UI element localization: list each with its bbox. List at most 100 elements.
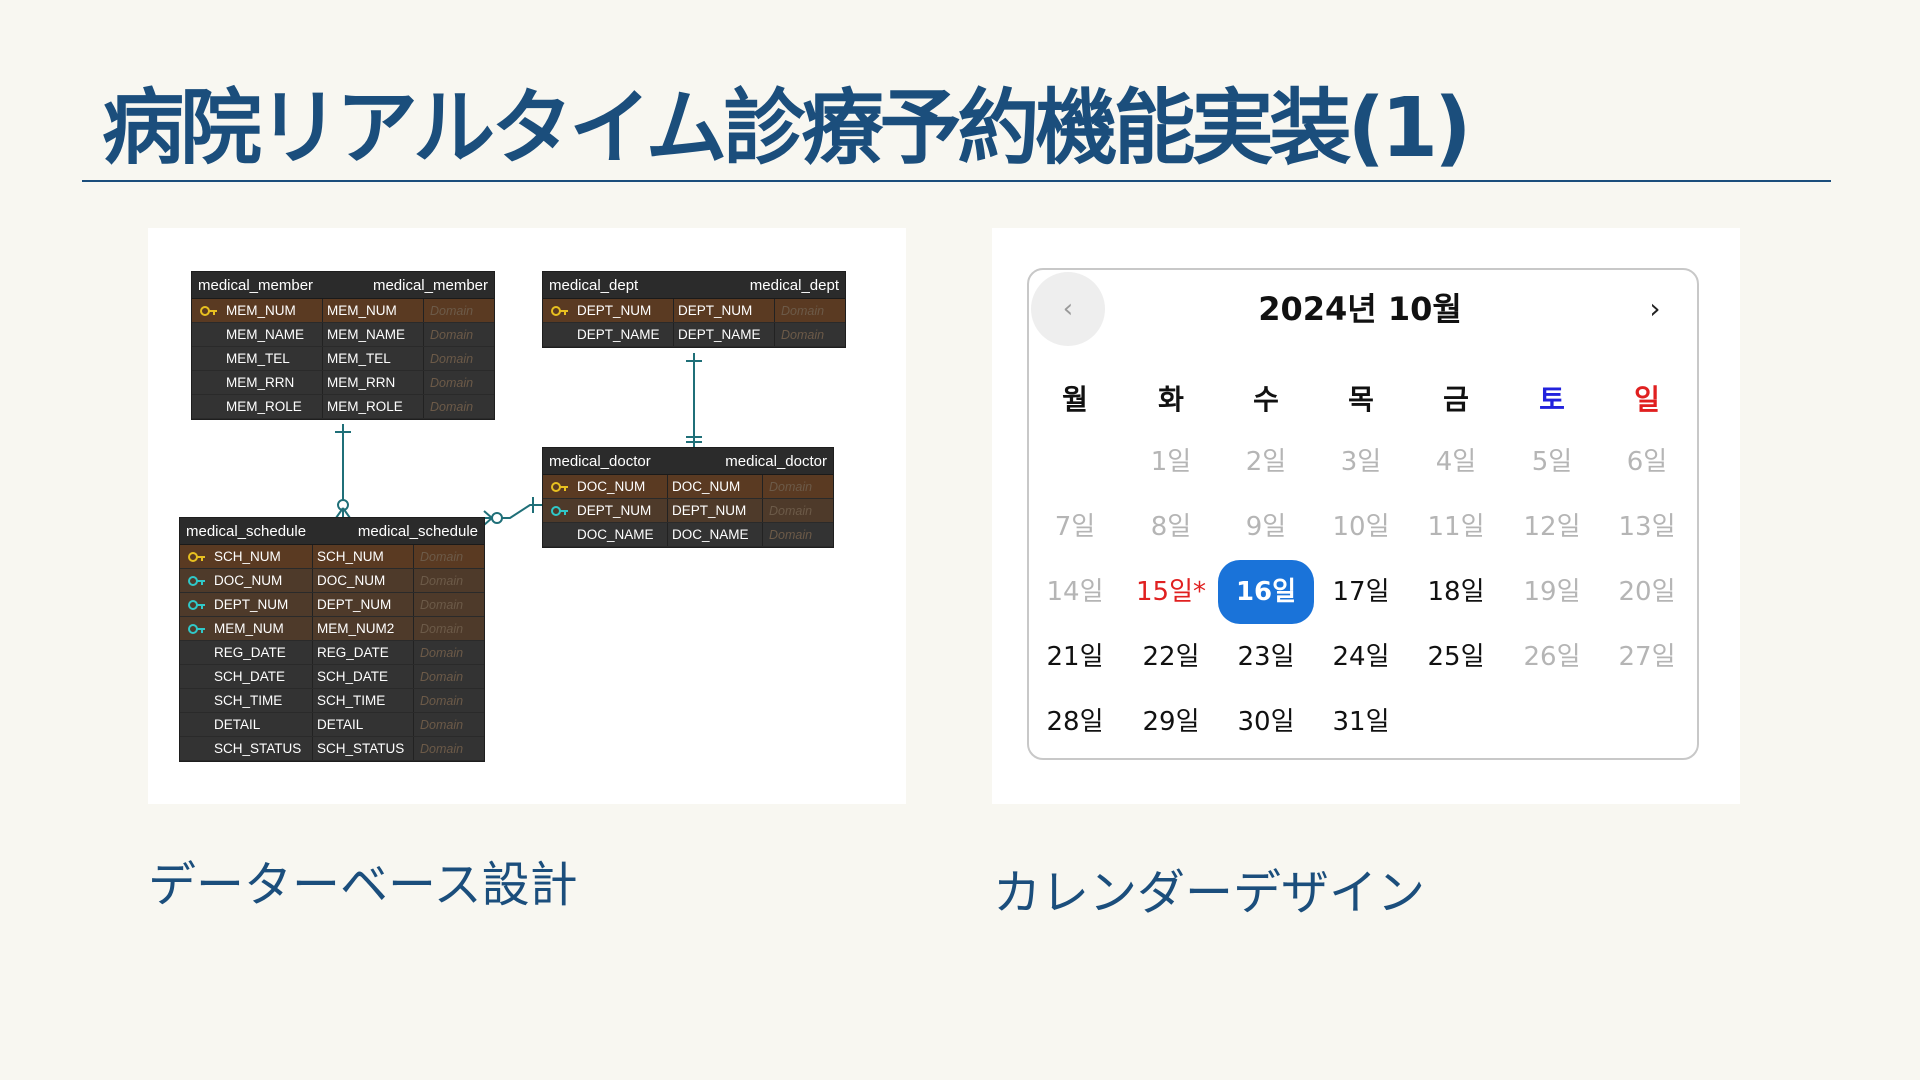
erd-row[interactable]: SCH_NUM SCH_NUM Domain xyxy=(180,545,484,569)
erd-table-header: medical_member medical_member xyxy=(192,272,494,299)
erd-physical-column: MEM_TEL xyxy=(323,347,424,370)
erd-table-medical-member[interactable]: medical_member medical_member MEM_NUM ME… xyxy=(191,271,495,420)
foreign-key-icon xyxy=(180,623,214,635)
erd-logical-column: DETAIL xyxy=(214,713,313,736)
erd-row[interactable]: MEM_NUM MEM_NUM2 Domain xyxy=(180,617,484,641)
calendar-day[interactable]: 29일 xyxy=(1123,690,1219,754)
erd-physical-column: SCH_NUM xyxy=(313,545,414,568)
erd-row[interactable]: DEPT_NUM DEPT_NUM Domain xyxy=(543,499,833,523)
erd-row[interactable]: DETAIL DETAIL Domain xyxy=(180,713,484,737)
erd-domain: Domain xyxy=(420,597,464,612)
calendar-day: 14일 xyxy=(1046,577,1104,607)
calendar-day: 19일 xyxy=(1523,577,1581,607)
calendar-day: 6일 xyxy=(1626,447,1668,477)
next-month-button[interactable]: › xyxy=(1635,288,1675,328)
erd-logical-column: DOC_NUM xyxy=(214,569,313,592)
erd-row[interactable]: DOC_NAME DOC_NAME Domain xyxy=(543,523,833,547)
erd-logical-column: MEM_NUM xyxy=(226,299,323,322)
erd-row[interactable]: MEM_ROLE MEM_ROLE Domain xyxy=(192,395,494,419)
calendar-day: 2일 xyxy=(1245,447,1287,477)
erd-row[interactable]: SCH_TIME SCH_TIME Domain xyxy=(180,689,484,713)
erd-domain: Domain xyxy=(769,527,813,542)
erd-logical-column: DOC_NUM xyxy=(577,475,668,498)
erd-domain: Domain xyxy=(430,351,474,366)
erd-logical-column: DOC_NAME xyxy=(577,523,668,546)
erd-domain: Domain xyxy=(430,327,474,342)
erd-row[interactable]: SCH_STATUS SCH_STATUS Domain xyxy=(180,737,484,761)
erd-domain: Domain xyxy=(420,645,464,660)
calendar-day: 1일 xyxy=(1150,447,1192,477)
calendar-day: 26일 xyxy=(1523,642,1581,672)
calendar-day: 27일 xyxy=(1618,642,1676,672)
calendar-day[interactable]: 17일 xyxy=(1313,560,1409,624)
calendar-day[interactable]: 15일* xyxy=(1123,560,1219,624)
erd-logical-column: MEM_TEL xyxy=(226,347,323,370)
erd-table-medical-schedule[interactable]: medical_schedule medical_schedule SCH_NU… xyxy=(179,517,485,762)
calendar-day[interactable]: 22일 xyxy=(1123,625,1219,689)
erd-row[interactable]: REG_DATE REG_DATE Domain xyxy=(180,641,484,665)
erd-domain: Domain xyxy=(420,573,464,588)
erd-physical-column: MEM_NAME xyxy=(323,323,424,346)
calendar-day: 3일 xyxy=(1340,447,1382,477)
erd-row[interactable]: DEPT_NUM DEPT_NUM Domain xyxy=(180,593,484,617)
erd-row[interactable]: DOC_NUM DOC_NUM Domain xyxy=(543,475,833,499)
erd-physical-column: DEPT_NUM xyxy=(674,299,775,322)
weekday-header: 화 xyxy=(1158,383,1184,416)
erd-table-medical-doctor[interactable]: medical_doctor medical_doctor DOC_NUM DO… xyxy=(542,447,834,548)
calendar-day[interactable]: 21일 xyxy=(1027,625,1123,689)
erd-row[interactable]: SCH_DATE SCH_DATE Domain xyxy=(180,665,484,689)
erd-domain: Domain xyxy=(430,375,474,390)
erd-domain: Domain xyxy=(420,621,464,636)
calendar-day-selected[interactable]: 16일 xyxy=(1218,560,1314,624)
erd-row[interactable]: MEM_NAME MEM_NAME Domain xyxy=(192,323,494,347)
erd-row[interactable]: MEM_NUM MEM_NUM Domain xyxy=(192,299,494,323)
erd-table-name: medical_doctor xyxy=(549,452,651,470)
erd-logical-column: SCH_NUM xyxy=(214,545,313,568)
erd-physical-column: REG_DATE xyxy=(313,641,414,664)
erd-domain: Domain xyxy=(420,717,464,732)
erd-physical-column: SCH_TIME xyxy=(313,689,414,712)
erd-row[interactable]: DEPT_NUM DEPT_NUM Domain xyxy=(543,299,845,323)
calendar-day[interactable]: 18일 xyxy=(1408,560,1504,624)
erd-row[interactable]: DEPT_NAME DEPT_NAME Domain xyxy=(543,323,845,347)
calendar-day: 13일 xyxy=(1618,512,1676,542)
erd-domain: Domain xyxy=(430,303,474,318)
erd-table-medical-dept[interactable]: medical_dept medical_dept DEPT_NUM DEPT_… xyxy=(542,271,846,348)
weekday-header: 일 xyxy=(1634,383,1660,416)
calendar-day[interactable]: 31일 xyxy=(1313,690,1409,754)
prev-month-button[interactable]: ‹ xyxy=(1031,272,1105,346)
calendar-day[interactable]: 23일 xyxy=(1218,625,1314,689)
calendar-day: 12일 xyxy=(1523,512,1581,542)
calendar-day[interactable]: 25일 xyxy=(1408,625,1504,689)
erd-table-name: medical_dept xyxy=(549,276,639,294)
erd-logical-column: DEPT_NUM xyxy=(577,499,668,522)
calendar-day: 11일 xyxy=(1427,512,1485,542)
erd-physical-column: DEPT_NUM xyxy=(313,593,414,616)
erd-physical-column: DOC_NUM xyxy=(313,569,414,592)
erd-logical-column: SCH_STATUS xyxy=(214,737,313,760)
erd-physical-column: MEM_NUM2 xyxy=(313,617,414,640)
erd-caption: データーベース設計 xyxy=(148,857,578,913)
erd-row[interactable]: DOC_NUM DOC_NUM Domain xyxy=(180,569,484,593)
erd-logical-column: DEPT_NUM xyxy=(214,593,313,616)
calendar-day[interactable]: 30일 xyxy=(1218,690,1314,754)
erd-row[interactable]: MEM_RRN MEM_RRN Domain xyxy=(192,371,494,395)
erd-table-name-physical: medical_doctor xyxy=(725,452,827,470)
erd-row[interactable]: MEM_TEL MEM_TEL Domain xyxy=(192,347,494,371)
calendar-day[interactable]: 28일 xyxy=(1027,690,1123,754)
primary-key-icon xyxy=(180,551,214,563)
erd-physical-column: MEM_ROLE xyxy=(323,395,424,418)
erd-physical-column: SCH_STATUS xyxy=(313,737,414,760)
erd-logical-column: SCH_DATE xyxy=(214,665,313,688)
erd-table-header: medical_schedule medical_schedule xyxy=(180,518,484,545)
erd-physical-column: MEM_RRN xyxy=(323,371,424,394)
erd-domain: Domain xyxy=(420,669,464,684)
erd-physical-column: DOC_NAME xyxy=(668,523,763,546)
erd-physical-column: SCH_DATE xyxy=(313,665,414,688)
erd-table-name-physical: medical_schedule xyxy=(357,522,478,540)
weekday-header: 토 xyxy=(1539,383,1565,416)
erd-physical-column: DEPT_NAME xyxy=(674,323,775,346)
calendar-day: 10일 xyxy=(1332,512,1390,542)
erd-domain: Domain xyxy=(769,503,813,518)
calendar-day[interactable]: 24일 xyxy=(1313,625,1409,689)
